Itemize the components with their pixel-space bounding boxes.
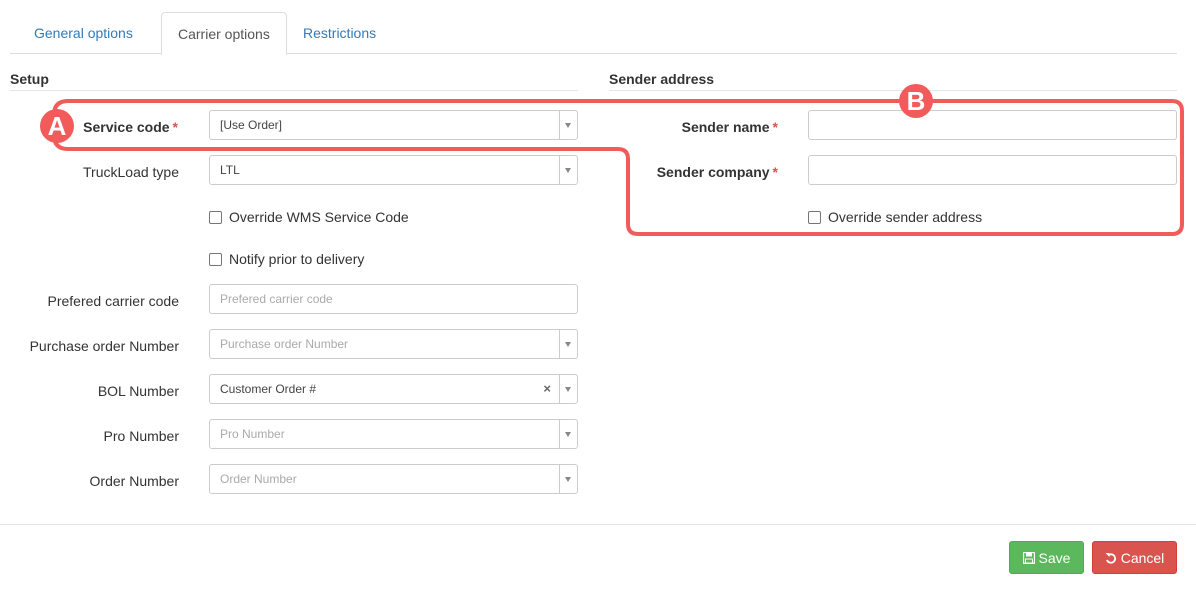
order-number-placeholder: Order Number (220, 472, 297, 486)
cancel-button[interactable]: Cancel (1092, 541, 1177, 574)
prefered-carrier-code-label: Prefered carrier code (47, 293, 179, 309)
tab-bar: General options Carrier options Restrict… (10, 12, 1177, 55)
cancel-label: Cancel (1120, 549, 1165, 566)
override-wms-checkbox[interactable]: Override WMS Service Code (209, 209, 409, 225)
purchase-order-number-placeholder: Purchase order Number (220, 337, 349, 351)
sender-company-label: Sender company * (656, 164, 778, 180)
sender-company-input[interactable] (808, 155, 1177, 185)
bol-number-value: Customer Order # (220, 382, 317, 396)
chevron-down-icon[interactable] (559, 330, 577, 358)
prefered-carrier-code-input[interactable] (209, 284, 578, 314)
order-number-label: Order Number (89, 473, 179, 489)
chevron-down-icon[interactable] (559, 156, 577, 184)
truckload-type-value: LTL (220, 163, 240, 177)
notify-prior-checkbox[interactable]: Notify prior to delivery (209, 251, 364, 267)
pro-number-label: Pro Number (103, 428, 179, 444)
footer-divider (0, 524, 1196, 525)
chevron-down-icon[interactable] (559, 111, 577, 139)
annotation-marker-a: A (40, 109, 74, 143)
sender-name-label: Sender name * (681, 119, 778, 135)
annotation-marker-b: B (899, 84, 933, 118)
clear-icon[interactable]: × (543, 381, 551, 396)
save-label: Save (1038, 549, 1071, 566)
purchase-order-number-label: Purchase order Number (29, 338, 179, 354)
checkbox-icon[interactable] (209, 252, 222, 266)
tab-carrier-options[interactable]: Carrier options (161, 12, 287, 55)
bol-number-label: BOL Number (97, 383, 179, 399)
chevron-down-icon[interactable] (559, 465, 577, 493)
bol-number-select[interactable]: Customer Order # × (209, 374, 578, 404)
annotation-outline (52, 99, 1184, 236)
notify-prior-label: Notify prior to delivery (229, 251, 365, 267)
truckload-type-label: TruckLoad type (83, 164, 179, 180)
sender-name-input[interactable] (808, 110, 1177, 140)
sender-section-title: Sender address (609, 71, 715, 87)
checkbox-icon[interactable] (209, 210, 222, 224)
service-code-select[interactable]: [Use Order] (209, 110, 578, 140)
service-code-label: Service code * (83, 119, 178, 135)
undo-icon (1105, 552, 1116, 564)
order-number-select[interactable]: Order Number (209, 464, 578, 494)
override-sender-checkbox[interactable]: Override sender address (808, 209, 982, 225)
override-sender-label: Override sender address (828, 209, 983, 225)
setup-divider (10, 90, 578, 91)
setup-section-title: Setup (10, 71, 49, 87)
tab-restrictions[interactable]: Restrictions (303, 12, 376, 54)
purchase-order-number-select[interactable]: Purchase order Number (209, 329, 578, 359)
save-button[interactable]: Save (1009, 541, 1084, 574)
override-wms-label: Override WMS Service Code (229, 209, 409, 225)
chevron-down-icon[interactable] (559, 420, 577, 448)
pro-number-placeholder: Pro Number (220, 427, 285, 441)
tab-general-options[interactable]: General options (34, 12, 133, 54)
floppy-disk-icon (1022, 551, 1035, 564)
truckload-type-select[interactable]: LTL (209, 155, 578, 185)
pro-number-select[interactable]: Pro Number (209, 419, 578, 449)
service-code-value: [Use Order] (220, 118, 283, 132)
chevron-down-icon[interactable] (559, 375, 577, 403)
sender-divider (609, 90, 1177, 91)
checkbox-icon[interactable] (808, 210, 821, 224)
